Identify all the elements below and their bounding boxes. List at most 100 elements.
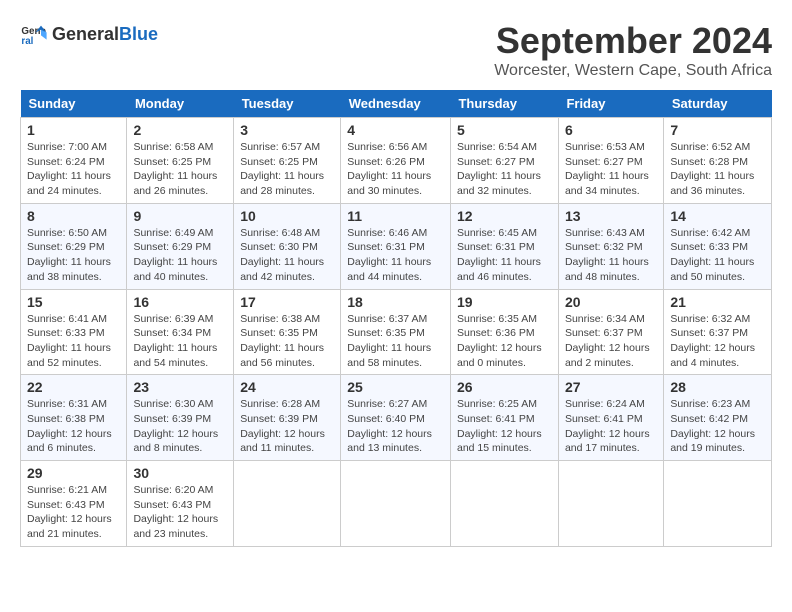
calendar-cell <box>558 461 663 547</box>
day-number: 2 <box>133 122 227 138</box>
day-number: 21 <box>670 294 765 310</box>
day-info: Sunrise: 6:31 AM Sunset: 6:38 PM Dayligh… <box>27 397 120 456</box>
day-number: 19 <box>457 294 552 310</box>
day-number: 9 <box>133 208 227 224</box>
week-row-2: 8 Sunrise: 6:50 AM Sunset: 6:29 PM Dayli… <box>21 203 772 289</box>
day-number: 27 <box>565 379 657 395</box>
day-number: 23 <box>133 379 227 395</box>
day-number: 6 <box>565 122 657 138</box>
calendar-cell: 30 Sunrise: 6:20 AM Sunset: 6:43 PM Dayl… <box>127 461 234 547</box>
day-info: Sunrise: 6:38 AM Sunset: 6:35 PM Dayligh… <box>240 312 334 371</box>
calendar-cell: 7 Sunrise: 6:52 AM Sunset: 6:28 PM Dayli… <box>664 118 772 204</box>
day-info: Sunrise: 6:42 AM Sunset: 6:33 PM Dayligh… <box>670 226 765 285</box>
week-row-5: 29 Sunrise: 6:21 AM Sunset: 6:43 PM Dayl… <box>21 461 772 547</box>
day-info: Sunrise: 6:20 AM Sunset: 6:43 PM Dayligh… <box>133 483 227 542</box>
day-info: Sunrise: 6:52 AM Sunset: 6:28 PM Dayligh… <box>670 140 765 199</box>
calendar-cell: 16 Sunrise: 6:39 AM Sunset: 6:34 PM Dayl… <box>127 289 234 375</box>
calendar-cell: 6 Sunrise: 6:53 AM Sunset: 6:27 PM Dayli… <box>558 118 663 204</box>
calendar-cell: 18 Sunrise: 6:37 AM Sunset: 6:35 PM Dayl… <box>341 289 451 375</box>
day-number: 12 <box>457 208 552 224</box>
logo-blue: Blue <box>119 24 158 44</box>
day-info: Sunrise: 6:35 AM Sunset: 6:36 PM Dayligh… <box>457 312 552 371</box>
calendar-cell: 8 Sunrise: 6:50 AM Sunset: 6:29 PM Dayli… <box>21 203 127 289</box>
col-header-friday: Friday <box>558 90 663 118</box>
day-info: Sunrise: 6:39 AM Sunset: 6:34 PM Dayligh… <box>133 312 227 371</box>
day-info: Sunrise: 6:23 AM Sunset: 6:42 PM Dayligh… <box>670 397 765 456</box>
day-number: 16 <box>133 294 227 310</box>
day-info: Sunrise: 6:53 AM Sunset: 6:27 PM Dayligh… <box>565 140 657 199</box>
day-number: 28 <box>670 379 765 395</box>
day-number: 30 <box>133 465 227 481</box>
day-number: 18 <box>347 294 444 310</box>
day-info: Sunrise: 6:43 AM Sunset: 6:32 PM Dayligh… <box>565 226 657 285</box>
day-info: Sunrise: 6:48 AM Sunset: 6:30 PM Dayligh… <box>240 226 334 285</box>
calendar-cell: 1 Sunrise: 7:00 AM Sunset: 6:24 PM Dayli… <box>21 118 127 204</box>
day-info: Sunrise: 6:21 AM Sunset: 6:43 PM Dayligh… <box>27 483 120 542</box>
day-info: Sunrise: 6:45 AM Sunset: 6:31 PM Dayligh… <box>457 226 552 285</box>
header-row: SundayMondayTuesdayWednesdayThursdayFrid… <box>21 90 772 118</box>
col-header-tuesday: Tuesday <box>234 90 341 118</box>
day-number: 5 <box>457 122 552 138</box>
week-row-1: 1 Sunrise: 7:00 AM Sunset: 6:24 PM Dayli… <box>21 118 772 204</box>
calendar-cell: 10 Sunrise: 6:48 AM Sunset: 6:30 PM Dayl… <box>234 203 341 289</box>
day-info: Sunrise: 6:37 AM Sunset: 6:35 PM Dayligh… <box>347 312 444 371</box>
calendar-cell: 24 Sunrise: 6:28 AM Sunset: 6:39 PM Dayl… <box>234 375 341 461</box>
day-number: 1 <box>27 122 120 138</box>
day-info: Sunrise: 6:56 AM Sunset: 6:26 PM Dayligh… <box>347 140 444 199</box>
col-header-thursday: Thursday <box>450 90 558 118</box>
day-number: 29 <box>27 465 120 481</box>
day-number: 25 <box>347 379 444 395</box>
col-header-wednesday: Wednesday <box>341 90 451 118</box>
calendar-cell: 29 Sunrise: 6:21 AM Sunset: 6:43 PM Dayl… <box>21 461 127 547</box>
day-number: 17 <box>240 294 334 310</box>
calendar-cell: 20 Sunrise: 6:34 AM Sunset: 6:37 PM Dayl… <box>558 289 663 375</box>
day-info: Sunrise: 6:34 AM Sunset: 6:37 PM Dayligh… <box>565 312 657 371</box>
col-header-sunday: Sunday <box>21 90 127 118</box>
day-number: 8 <box>27 208 120 224</box>
calendar-cell: 26 Sunrise: 6:25 AM Sunset: 6:41 PM Dayl… <box>450 375 558 461</box>
day-number: 22 <box>27 379 120 395</box>
logo: Gene ral GeneralBlue <box>20 20 158 48</box>
col-header-saturday: Saturday <box>664 90 772 118</box>
month-title: September 2024 <box>494 20 772 62</box>
title-area: September 2024 Worcester, Western Cape, … <box>494 20 772 80</box>
calendar-cell: 5 Sunrise: 6:54 AM Sunset: 6:27 PM Dayli… <box>450 118 558 204</box>
day-number: 24 <box>240 379 334 395</box>
day-info: Sunrise: 6:54 AM Sunset: 6:27 PM Dayligh… <box>457 140 552 199</box>
day-info: Sunrise: 6:57 AM Sunset: 6:25 PM Dayligh… <box>240 140 334 199</box>
day-number: 3 <box>240 122 334 138</box>
calendar-cell: 13 Sunrise: 6:43 AM Sunset: 6:32 PM Dayl… <box>558 203 663 289</box>
calendar-cell: 15 Sunrise: 6:41 AM Sunset: 6:33 PM Dayl… <box>21 289 127 375</box>
calendar-cell: 22 Sunrise: 6:31 AM Sunset: 6:38 PM Dayl… <box>21 375 127 461</box>
calendar-cell: 11 Sunrise: 6:46 AM Sunset: 6:31 PM Dayl… <box>341 203 451 289</box>
day-info: Sunrise: 6:58 AM Sunset: 6:25 PM Dayligh… <box>133 140 227 199</box>
calendar-table: SundayMondayTuesdayWednesdayThursdayFrid… <box>20 90 772 547</box>
day-number: 4 <box>347 122 444 138</box>
calendar-cell <box>450 461 558 547</box>
day-info: Sunrise: 7:00 AM Sunset: 6:24 PM Dayligh… <box>27 140 120 199</box>
page-header: Gene ral GeneralBlue September 2024 Worc… <box>20 20 772 80</box>
calendar-cell: 21 Sunrise: 6:32 AM Sunset: 6:37 PM Dayl… <box>664 289 772 375</box>
calendar-cell: 4 Sunrise: 6:56 AM Sunset: 6:26 PM Dayli… <box>341 118 451 204</box>
day-number: 20 <box>565 294 657 310</box>
calendar-cell: 3 Sunrise: 6:57 AM Sunset: 6:25 PM Dayli… <box>234 118 341 204</box>
calendar-cell: 27 Sunrise: 6:24 AM Sunset: 6:41 PM Dayl… <box>558 375 663 461</box>
svg-text:ral: ral <box>21 36 33 47</box>
calendar-cell: 2 Sunrise: 6:58 AM Sunset: 6:25 PM Dayli… <box>127 118 234 204</box>
week-row-4: 22 Sunrise: 6:31 AM Sunset: 6:38 PM Dayl… <box>21 375 772 461</box>
day-info: Sunrise: 6:50 AM Sunset: 6:29 PM Dayligh… <box>27 226 120 285</box>
calendar-cell <box>341 461 451 547</box>
day-info: Sunrise: 6:46 AM Sunset: 6:31 PM Dayligh… <box>347 226 444 285</box>
logo-text: GeneralBlue <box>52 24 158 45</box>
week-row-3: 15 Sunrise: 6:41 AM Sunset: 6:33 PM Dayl… <box>21 289 772 375</box>
day-number: 13 <box>565 208 657 224</box>
day-number: 10 <box>240 208 334 224</box>
day-number: 26 <box>457 379 552 395</box>
calendar-cell: 25 Sunrise: 6:27 AM Sunset: 6:40 PM Dayl… <box>341 375 451 461</box>
day-number: 15 <box>27 294 120 310</box>
calendar-cell: 28 Sunrise: 6:23 AM Sunset: 6:42 PM Dayl… <box>664 375 772 461</box>
calendar-cell: 19 Sunrise: 6:35 AM Sunset: 6:36 PM Dayl… <box>450 289 558 375</box>
col-header-monday: Monday <box>127 90 234 118</box>
calendar-cell: 12 Sunrise: 6:45 AM Sunset: 6:31 PM Dayl… <box>450 203 558 289</box>
day-number: 14 <box>670 208 765 224</box>
